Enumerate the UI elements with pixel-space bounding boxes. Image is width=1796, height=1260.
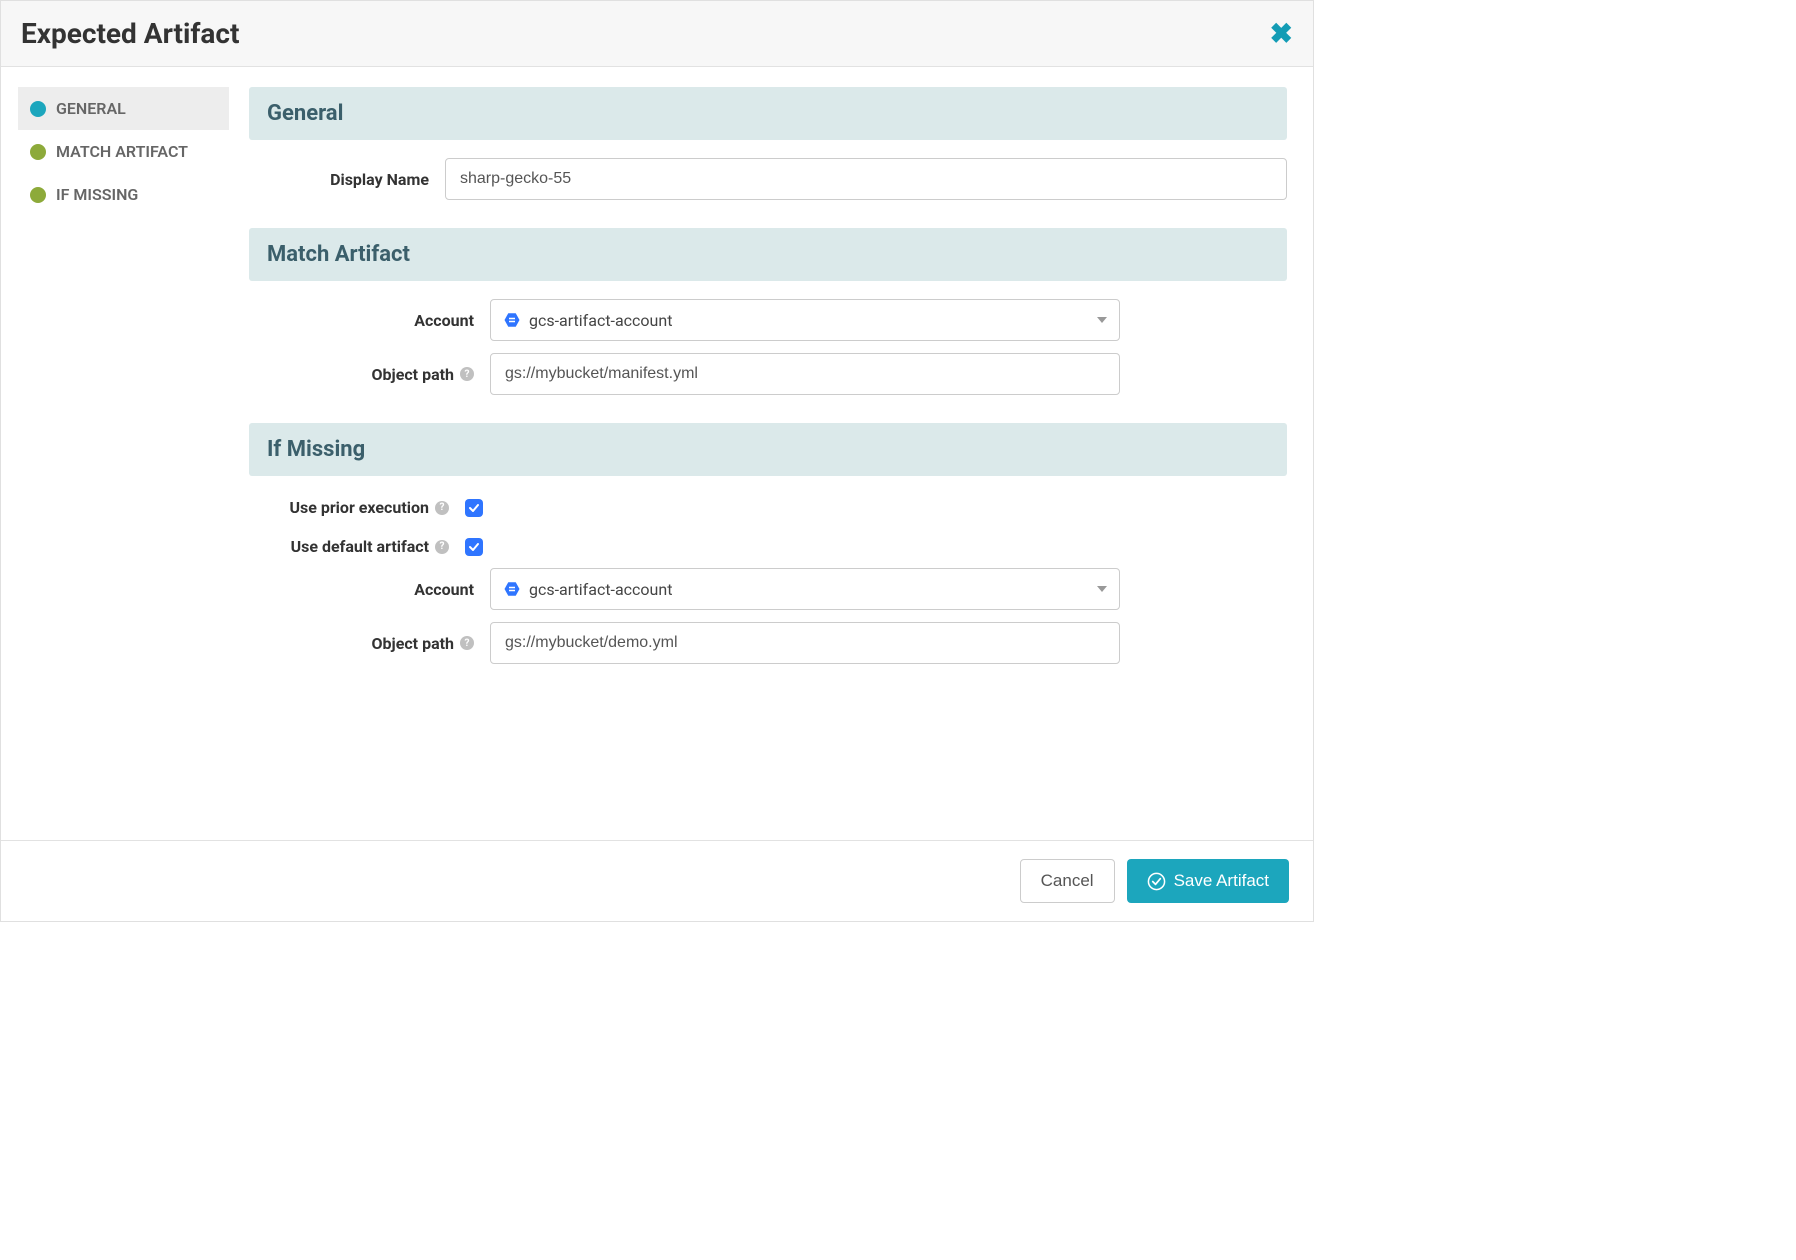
check-icon: [468, 541, 480, 553]
display-name-label: Display Name: [249, 170, 429, 189]
save-button-label: Save Artifact: [1174, 871, 1269, 891]
match-account-label: Account: [249, 311, 474, 330]
sidebar-item-label: MATCH ARTIFACT: [56, 142, 188, 161]
sidebar-item-general[interactable]: GENERAL: [18, 87, 229, 130]
section-header-general: General: [249, 87, 1287, 140]
dot-icon: [30, 187, 46, 203]
main-panel: General Display Name Match Artifact Acco…: [241, 67, 1313, 840]
missing-object-path-label: Object path ?: [249, 634, 474, 653]
missing-account-select[interactable]: gcs-artifact-account: [490, 568, 1120, 610]
missing-account-value: gcs-artifact-account: [529, 580, 672, 599]
check-icon: [468, 502, 480, 514]
chevron-down-icon: [1097, 317, 1107, 323]
sidebar-item-if-missing[interactable]: IF MISSING: [18, 173, 229, 216]
match-account-select[interactable]: gcs-artifact-account: [490, 299, 1120, 341]
section-body-general: Display Name: [249, 158, 1287, 200]
match-account-value: gcs-artifact-account: [529, 311, 672, 330]
modal-footer: Cancel Save Artifact: [1, 840, 1313, 921]
help-icon[interactable]: ?: [435, 501, 449, 515]
modal-header: Expected Artifact ✖: [1, 1, 1313, 67]
display-name-input[interactable]: [445, 158, 1287, 200]
save-artifact-button[interactable]: Save Artifact: [1127, 859, 1289, 903]
modal-content: GENERAL MATCH ARTIFACT IF MISSING Genera…: [1, 67, 1313, 840]
use-default-label: Use default artifact ?: [249, 537, 449, 556]
section-body-missing: Use prior execution ? Use default artifa…: [249, 498, 1287, 664]
section-header-missing: If Missing: [249, 423, 1287, 476]
use-default-checkbox[interactable]: [465, 538, 483, 556]
help-icon[interactable]: ?: [435, 540, 449, 554]
match-object-path-input[interactable]: [490, 353, 1120, 395]
sidebar: GENERAL MATCH ARTIFACT IF MISSING: [1, 67, 241, 840]
missing-account-label: Account: [249, 580, 474, 599]
close-icon[interactable]: ✖: [1270, 20, 1293, 48]
dot-icon: [30, 101, 46, 117]
help-icon[interactable]: ?: [460, 636, 474, 650]
dot-icon: [30, 144, 46, 160]
expected-artifact-modal: Expected Artifact ✖ GENERAL MATCH ARTIFA…: [0, 0, 1314, 922]
match-object-path-label: Object path ?: [249, 365, 474, 384]
use-prior-checkbox[interactable]: [465, 499, 483, 517]
modal-title: Expected Artifact: [21, 17, 239, 50]
sidebar-item-label: IF MISSING: [56, 185, 138, 204]
missing-object-path-input[interactable]: [490, 622, 1120, 664]
chevron-down-icon: [1097, 586, 1107, 592]
help-icon[interactable]: ?: [460, 367, 474, 381]
use-prior-label: Use prior execution ?: [249, 498, 449, 517]
section-body-match: Account gcs-artifact-account: [249, 299, 1287, 395]
cancel-button[interactable]: Cancel: [1020, 859, 1115, 903]
check-circle-icon: [1147, 872, 1166, 891]
sidebar-item-label: GENERAL: [56, 99, 126, 118]
section-header-match: Match Artifact: [249, 228, 1287, 281]
sidebar-item-match-artifact[interactable]: MATCH ARTIFACT: [18, 130, 229, 173]
gcs-icon: [503, 311, 521, 329]
gcs-icon: [503, 580, 521, 598]
